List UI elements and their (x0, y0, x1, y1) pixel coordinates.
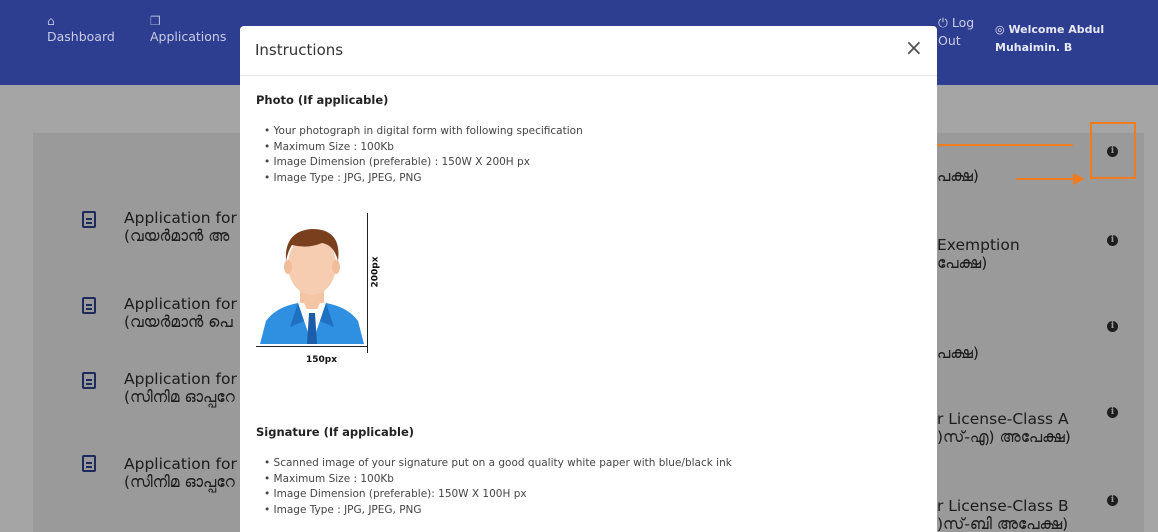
row-title-ml: )സ്-എ) അപേക്ഷ) (937, 428, 1071, 446)
application-row-3[interactable]: Application for c (സിനിമ ഓപ്പറേ (124, 370, 250, 406)
application-row-1[interactable]: Application for w (വയർമാൻ അ (124, 209, 254, 245)
close-icon[interactable]: × (905, 38, 923, 60)
row-title-ml: പക്ഷ) (937, 167, 979, 185)
document-icon (82, 211, 96, 228)
application-row-right-3[interactable]: പക്ഷ) (937, 344, 979, 362)
list-item: Image Dimension (preferable) : 150W X 20… (264, 155, 583, 171)
application-row-right-4[interactable]: r License-Class A )സ്-എ) അപേക്ഷ) (937, 410, 1071, 446)
modal-title: Instructions (255, 41, 344, 59)
row-title-en: Exemption (937, 236, 1020, 254)
row-title-en: Application for w (124, 295, 255, 313)
user-circle-icon: ◎ (995, 23, 1009, 36)
highlight-box (1090, 122, 1136, 179)
arrow-right-line (1016, 178, 1076, 180)
document-icon (82, 297, 96, 314)
row-title-ml: പേക്ഷ) (937, 254, 988, 272)
welcome-line-2: Muhaimin. B (995, 41, 1073, 54)
person-avatar-icon (260, 229, 364, 344)
list-item: Your photograph in digital form with fol… (264, 124, 583, 140)
info-icon[interactable]: i (1107, 235, 1118, 246)
application-row-right-5[interactable]: r License-Class B )സ്-ബി അപേക്ഷ) (937, 497, 1069, 532)
list-item: Image Type : JPG, JPEG, PNG (264, 171, 583, 187)
row-title-en: Application for c (124, 370, 251, 388)
nav-applications-label: Applications (150, 29, 227, 44)
welcome-line-1: Welcome Abdul (1008, 23, 1105, 36)
list-item: Scanned image of your signature put on a… (264, 456, 732, 472)
modal-header: Instructions × (240, 26, 937, 76)
row-title-ml: (വയർമാൻ പെ (124, 313, 233, 331)
application-row-4[interactable]: Application for C (സിനിമ ഓപ്പറേ (124, 455, 253, 491)
application-row-right-2[interactable]: Exemption പേക്ഷ) (937, 236, 1020, 272)
power-icon: ⏻ (938, 15, 952, 30)
list-item: Image Dimension (preferable): 150W X 100… (264, 487, 732, 503)
photo-instructions-list: Your photograph in digital form with fol… (264, 124, 583, 186)
info-icon[interactable]: i (1107, 407, 1118, 418)
arrow-left-line (920, 144, 1073, 146)
list-item: Maximum Size : 100Kb (264, 472, 732, 488)
list-item: Maximum Size : 100Kb (264, 140, 583, 156)
nav-dashboard[interactable]: ⌂ Dashboard (47, 12, 115, 46)
row-title-en: Application for C (124, 455, 253, 473)
user-menu[interactable]: ◎ Welcome Abdul Muhaimin. B (995, 21, 1104, 57)
width-dimension-line (256, 346, 367, 347)
application-row-2[interactable]: Application for w (വയർമാൻ പെ (124, 295, 254, 331)
signature-instructions-list: Scanned image of your signature put on a… (264, 456, 732, 518)
cube-icon: ❒ (150, 14, 161, 28)
row-title-ml: (വയർമാൻ അ (124, 227, 230, 245)
document-icon (82, 455, 96, 472)
document-icon (82, 372, 96, 389)
instructions-modal: Instructions × Photo (If applicable) You… (240, 26, 937, 532)
info-icon[interactable]: i (1107, 495, 1118, 506)
sample-photo: 200px 150px (256, 209, 381, 369)
logout-link[interactable]: ⏻ Log Out (938, 14, 974, 50)
height-dimension-line (367, 213, 368, 353)
height-dimension-label: 200px (370, 256, 381, 288)
row-title-ml: പക്ഷ) (937, 344, 979, 362)
row-title-ml: (സിനിമ ഓപ്പറേ (124, 388, 235, 406)
list-item: Image Type : JPG, JPEG, PNG (264, 503, 732, 519)
row-title-en: r License-Class A (937, 410, 1069, 428)
photo-section-title: Photo (If applicable) (256, 93, 389, 107)
arrow-right-head (1073, 173, 1085, 185)
logout-label-2: Out (938, 33, 961, 48)
nav-dashboard-label: Dashboard (47, 29, 115, 44)
info-icon[interactable]: i (1107, 321, 1118, 332)
row-title-ml: )സ്-ബി അപേക്ഷ) (937, 515, 1069, 532)
row-title-en: Application for w (124, 209, 255, 227)
logout-label: Log (951, 15, 975, 30)
width-dimension-label: 150px (306, 355, 338, 365)
row-title-ml: (സിനിമ ഓപ്പറേ (124, 473, 235, 491)
home-icon: ⌂ (47, 14, 55, 28)
signature-section-title: Signature (If applicable) (256, 425, 415, 439)
row-title-en: r License-Class B (937, 497, 1069, 515)
application-row-right-1[interactable]: പക്ഷ) (937, 167, 979, 185)
nav-applications[interactable]: ❒ Applications (150, 12, 226, 46)
